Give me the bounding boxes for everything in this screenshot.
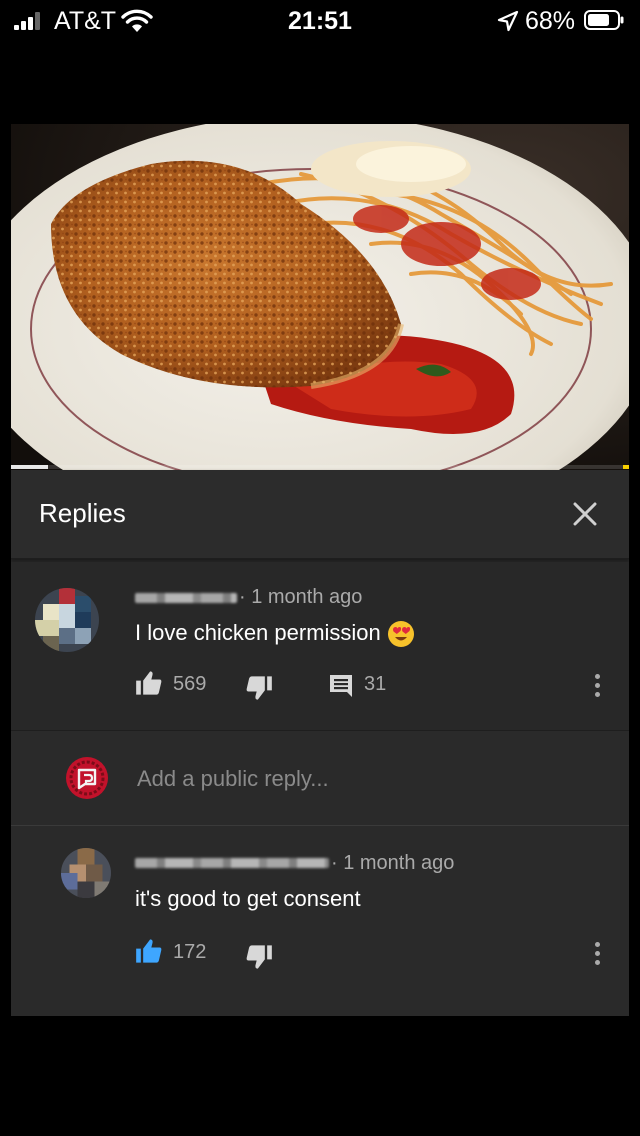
comment-text: it's good to get consent	[135, 886, 361, 911]
reply-comment-icon[interactable]	[328, 673, 354, 699]
dislike-thumb-down-icon[interactable]	[245, 675, 273, 701]
video-progress-bar[interactable]	[11, 465, 629, 469]
close-icon[interactable]	[569, 498, 601, 530]
blurred-author-name[interactable]	[135, 858, 329, 868]
comment-text: I love chicken permission	[135, 620, 415, 648]
video-progress-fill	[11, 465, 49, 469]
battery-icon	[584, 10, 624, 30]
like-thumb-up-icon[interactable]	[135, 670, 163, 696]
like-count: 569	[173, 673, 207, 695]
battery-percentage: 68%	[525, 7, 576, 35]
heart-eyes-emoji-icon	[387, 621, 414, 648]
comment-timestamp: · 1 month ago	[331, 852, 455, 874]
pixelated-avatar-image	[61, 848, 111, 898]
replies-panel: Replies · 1 month ago I love chicken per…	[11, 470, 629, 1016]
channel-logo-icon	[67, 758, 107, 798]
pixelated-avatar-image	[35, 588, 99, 652]
video-player[interactable]	[11, 124, 629, 470]
comment-timestamp: · 1 month ago	[239, 586, 363, 608]
avatar[interactable]	[61, 848, 111, 898]
chicken-cutlet-spaghetti-photo	[11, 124, 629, 470]
more-options-icon[interactable]	[592, 942, 602, 970]
ad-marker	[623, 465, 629, 469]
reply-count: 31	[364, 673, 387, 695]
my-avatar	[66, 757, 108, 799]
replies-title: Replies	[39, 498, 126, 528]
avatar[interactable]	[35, 588, 99, 652]
like-thumb-up-icon-active[interactable]	[135, 938, 163, 964]
status-bar: AT&T 21:51 68%	[0, 0, 640, 42]
replies-header: Replies	[11, 470, 629, 559]
add-reply-row	[11, 730, 629, 826]
add-reply-input[interactable]	[135, 761, 599, 797]
like-count: 172	[173, 941, 207, 963]
location-arrow-icon	[497, 10, 519, 32]
more-options-icon[interactable]	[592, 674, 602, 702]
blurred-author-name[interactable]	[135, 593, 237, 603]
comment-text-body: I love chicken permission	[135, 620, 381, 645]
reply-comment: · 1 month ago it's good to get consent 1…	[11, 826, 629, 1016]
parent-comment: · 1 month ago I love chicken permission …	[11, 562, 629, 728]
dislike-thumb-down-icon[interactable]	[245, 944, 273, 970]
